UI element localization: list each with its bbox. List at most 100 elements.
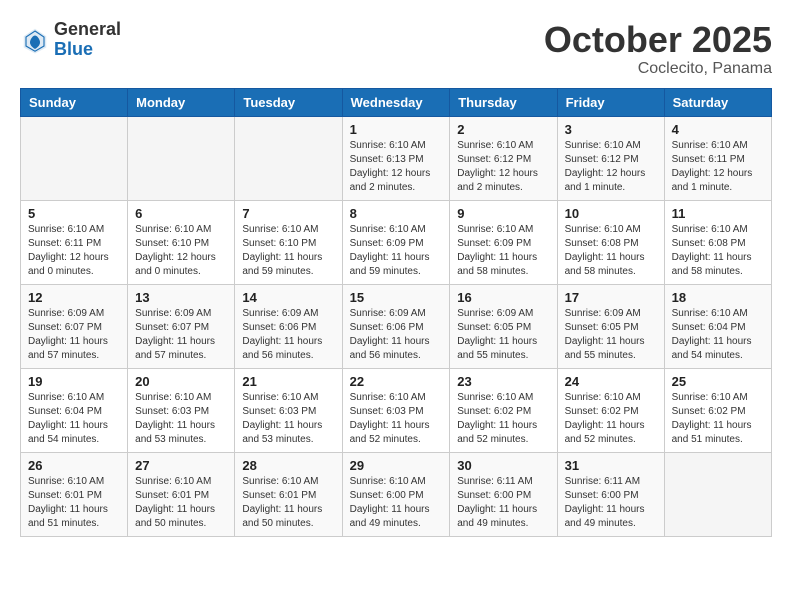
logo-blue: Blue — [54, 40, 121, 60]
calendar-cell: 27Sunrise: 6:10 AM Sunset: 6:01 PM Dayli… — [128, 452, 235, 536]
calendar-cell — [664, 452, 771, 536]
calendar-cell: 3Sunrise: 6:10 AM Sunset: 6:12 PM Daylig… — [557, 116, 664, 200]
calendar-cell: 28Sunrise: 6:10 AM Sunset: 6:01 PM Dayli… — [235, 452, 342, 536]
day-info: Sunrise: 6:10 AM Sunset: 6:03 PM Dayligh… — [242, 391, 334, 447]
day-number: 22 — [350, 374, 443, 389]
day-info: Sunrise: 6:09 AM Sunset: 6:07 PM Dayligh… — [28, 307, 120, 363]
page-header: General Blue October 2025 Coclecito, Pan… — [20, 20, 772, 78]
calendar-cell: 6 Sunrise: 6:10 AM Sunset: 6:10 PM Daylig… — [128, 200, 235, 284]
day-info: Sunrise: 6:09 AM Sunset: 6:06 PM Dayligh… — [242, 307, 334, 363]
logo: General Blue — [20, 20, 121, 60]
calendar-cell: 21 Sunrise: 6:10 AM Sunset: 6:03 PM Dayli… — [235, 368, 342, 452]
calendar-cell: 7 Sunrise: 6:10 AM Sunset: 6:10 PM Daylig… — [235, 200, 342, 284]
day-header-wednesday: Wednesday — [342, 88, 450, 116]
day-info: Sunrise: 6:10 AM Sunset: 6:08 PM Dayligh… — [672, 223, 764, 279]
day-number: 11 — [672, 206, 764, 221]
calendar-cell: 20Sunrise: 6:10 AM Sunset: 6:03 PM Dayli… — [128, 368, 235, 452]
day-info: Sunrise: 6:10 AM Sunset: 6:02 PM Dayligh… — [672, 391, 764, 447]
day-info: Sunrise: 6:10 AM Sunset: 6:11 PM Dayligh… — [672, 139, 764, 195]
day-info: Sunrise: 6:10 AM Sunset: 6:03 PM Dayligh… — [135, 391, 227, 447]
day-number: 10 — [565, 206, 657, 221]
calendar-cell: 13 Sunrise: 6:09 AM Sunset: 6:07 PM Dayli… — [128, 284, 235, 368]
calendar-cell: 8Sunrise: 6:10 AM Sunset: 6:09 PM Daylig… — [342, 200, 450, 284]
day-number: 3 — [565, 122, 657, 137]
calendar-week-3: 12 Sunrise: 6:09 AM Sunset: 6:07 PM Dayli… — [21, 284, 772, 368]
calendar-cell: 10 Sunrise: 6:10 AM Sunset: 6:08 PM Dayli… — [557, 200, 664, 284]
day-info: Sunrise: 6:10 AM Sunset: 6:13 PM Dayligh… — [350, 139, 443, 195]
day-number: 5 — [28, 206, 120, 221]
month-title: October 2025 — [544, 20, 772, 60]
calendar-cell — [128, 116, 235, 200]
day-header-tuesday: Tuesday — [235, 88, 342, 116]
day-info: Sunrise: 6:10 AM Sunset: 6:10 PM Dayligh… — [135, 223, 227, 279]
calendar-week-5: 26 Sunrise: 6:10 AM Sunset: 6:01 PM Dayli… — [21, 452, 772, 536]
day-header-monday: Monday — [128, 88, 235, 116]
day-number: 21 — [242, 374, 334, 389]
day-number: 18 — [672, 290, 764, 305]
calendar-cell: 15Sunrise: 6:09 AM Sunset: 6:06 PM Dayli… — [342, 284, 450, 368]
calendar-table: SundayMondayTuesdayWednesdayThursdayFrid… — [20, 88, 772, 537]
day-header-saturday: Saturday — [664, 88, 771, 116]
day-number: 29 — [350, 458, 443, 473]
day-info: Sunrise: 6:09 AM Sunset: 6:06 PM Dayligh… — [350, 307, 443, 363]
day-number: 23 — [457, 374, 549, 389]
day-info: Sunrise: 6:10 AM Sunset: 6:01 PM Dayligh… — [28, 475, 120, 531]
day-number: 30 — [457, 458, 549, 473]
day-number: 7 — [242, 206, 334, 221]
day-info: Sunrise: 6:10 AM Sunset: 6:04 PM Dayligh… — [28, 391, 120, 447]
calendar-cell: 25 Sunrise: 6:10 AM Sunset: 6:02 PM Dayli… — [664, 368, 771, 452]
day-info: Sunrise: 6:11 AM Sunset: 6:00 PM Dayligh… — [565, 475, 657, 531]
day-info: Sunrise: 6:10 AM Sunset: 6:00 PM Dayligh… — [350, 475, 443, 531]
logo-general: General — [54, 20, 121, 40]
calendar-cell: 1 Sunrise: 6:10 AM Sunset: 6:13 PM Daylig… — [342, 116, 450, 200]
calendar-cell: 12 Sunrise: 6:09 AM Sunset: 6:07 PM Dayli… — [21, 284, 128, 368]
day-info: Sunrise: 6:10 AM Sunset: 6:10 PM Dayligh… — [242, 223, 334, 279]
day-number: 25 — [672, 374, 764, 389]
day-info: Sunrise: 6:10 AM Sunset: 6:08 PM Dayligh… — [565, 223, 657, 279]
calendar-cell: 30 Sunrise: 6:11 AM Sunset: 6:00 PM Dayli… — [450, 452, 557, 536]
calendar-cell: 11 Sunrise: 6:10 AM Sunset: 6:08 PM Dayli… — [664, 200, 771, 284]
calendar-cell: 5Sunrise: 6:10 AM Sunset: 6:11 PM Daylig… — [21, 200, 128, 284]
day-number: 13 — [135, 290, 227, 305]
day-number: 16 — [457, 290, 549, 305]
day-number: 8 — [350, 206, 443, 221]
day-number: 28 — [242, 458, 334, 473]
day-number: 2 — [457, 122, 549, 137]
calendar-cell: 17Sunrise: 6:09 AM Sunset: 6:05 PM Dayli… — [557, 284, 664, 368]
day-info: Sunrise: 6:10 AM Sunset: 6:12 PM Dayligh… — [457, 139, 549, 195]
day-header-sunday: Sunday — [21, 88, 128, 116]
title-area: October 2025 Coclecito, Panama — [544, 20, 772, 78]
calendar-cell — [21, 116, 128, 200]
calendar-cell: 29 Sunrise: 6:10 AM Sunset: 6:00 PM Dayli… — [342, 452, 450, 536]
day-info: Sunrise: 6:09 AM Sunset: 6:07 PM Dayligh… — [135, 307, 227, 363]
day-info: Sunrise: 6:10 AM Sunset: 6:03 PM Dayligh… — [350, 391, 443, 447]
day-number: 14 — [242, 290, 334, 305]
day-info: Sunrise: 6:10 AM Sunset: 6:02 PM Dayligh… — [457, 391, 549, 447]
day-number: 19 — [28, 374, 120, 389]
day-info: Sunrise: 6:10 AM Sunset: 6:02 PM Dayligh… — [565, 391, 657, 447]
calendar-cell: 4 Sunrise: 6:10 AM Sunset: 6:11 PM Daylig… — [664, 116, 771, 200]
calendar-cell: 19 Sunrise: 6:10 AM Sunset: 6:04 PM Dayli… — [21, 368, 128, 452]
day-number: 31 — [565, 458, 657, 473]
day-number: 1 — [350, 122, 443, 137]
location: Coclecito, Panama — [544, 60, 772, 78]
calendar-cell: 2 Sunrise: 6:10 AM Sunset: 6:12 PM Daylig… — [450, 116, 557, 200]
logo-text: General Blue — [54, 20, 121, 60]
calendar-week-4: 19 Sunrise: 6:10 AM Sunset: 6:04 PM Dayli… — [21, 368, 772, 452]
day-header-thursday: Thursday — [450, 88, 557, 116]
day-number: 26 — [28, 458, 120, 473]
day-header-friday: Friday — [557, 88, 664, 116]
day-number: 12 — [28, 290, 120, 305]
calendar-cell: 9 Sunrise: 6:10 AM Sunset: 6:09 PM Daylig… — [450, 200, 557, 284]
day-number: 6 — [135, 206, 227, 221]
calendar-week-1: 1 Sunrise: 6:10 AM Sunset: 6:13 PM Daylig… — [21, 116, 772, 200]
day-info: Sunrise: 6:10 AM Sunset: 6:09 PM Dayligh… — [457, 223, 549, 279]
day-number: 9 — [457, 206, 549, 221]
day-info: Sunrise: 6:11 AM Sunset: 6:00 PM Dayligh… — [457, 475, 549, 531]
calendar-cell: 23 Sunrise: 6:10 AM Sunset: 6:02 PM Dayli… — [450, 368, 557, 452]
day-number: 4 — [672, 122, 764, 137]
day-info: Sunrise: 6:10 AM Sunset: 6:01 PM Dayligh… — [135, 475, 227, 531]
calendar-cell: 24Sunrise: 6:10 AM Sunset: 6:02 PM Dayli… — [557, 368, 664, 452]
calendar-cell: 18Sunrise: 6:10 AM Sunset: 6:04 PM Dayli… — [664, 284, 771, 368]
day-info: Sunrise: 6:09 AM Sunset: 6:05 PM Dayligh… — [565, 307, 657, 363]
